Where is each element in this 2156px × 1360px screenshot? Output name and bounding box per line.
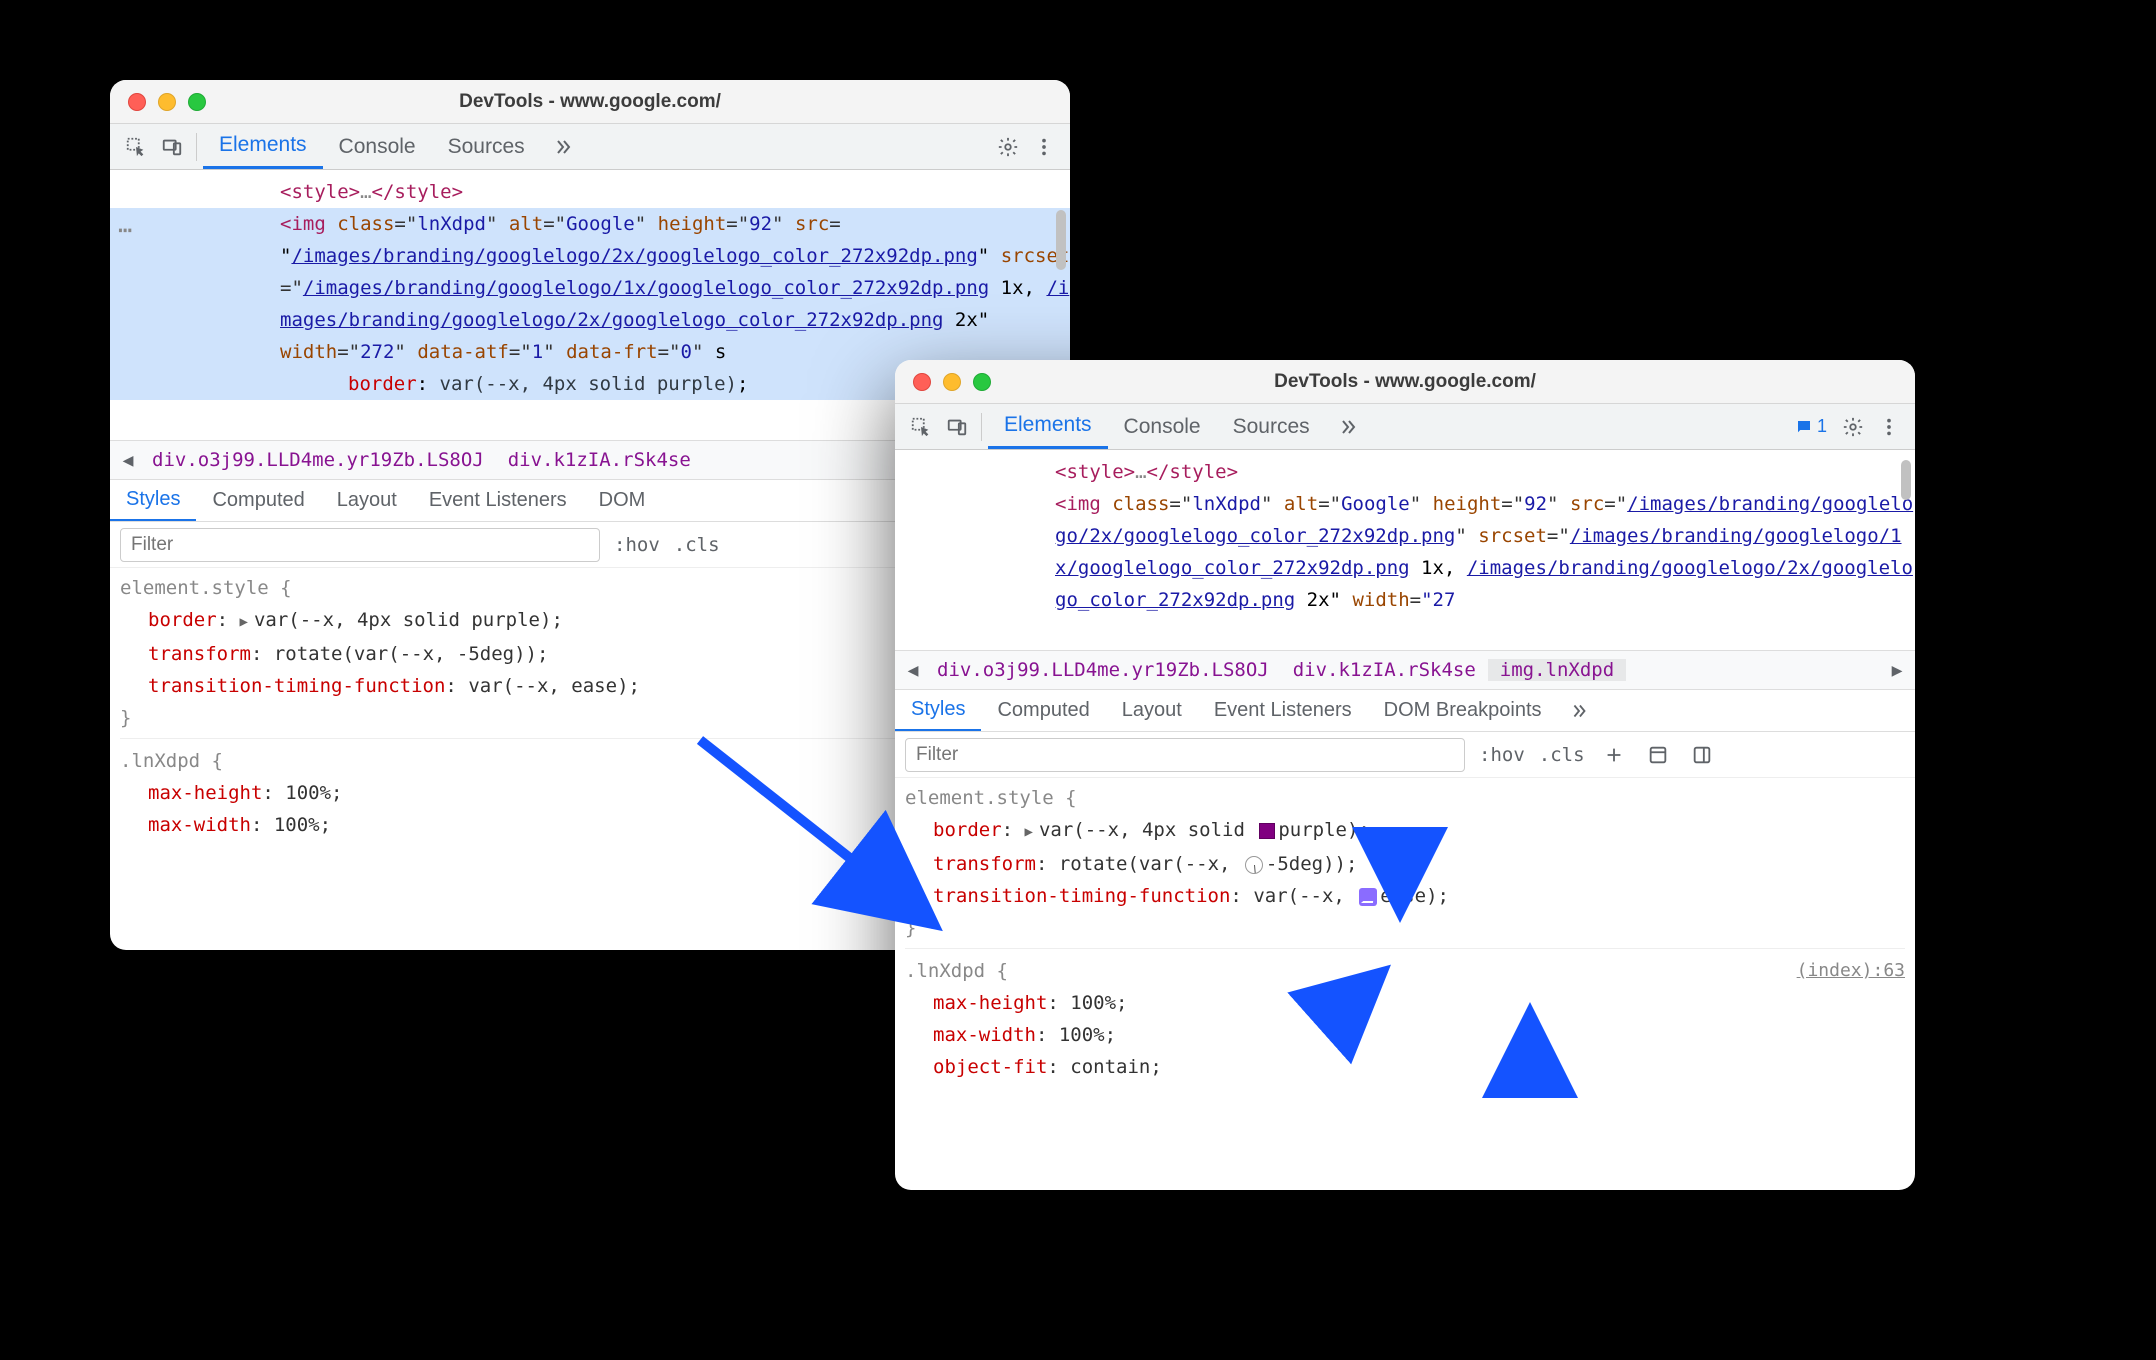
tab-sources[interactable]: Sources (432, 124, 541, 169)
styles-filter-bar: :hov .cls (895, 732, 1915, 778)
window-title: DevTools - www.google.com/ (895, 371, 1915, 393)
close-icon[interactable] (128, 93, 146, 111)
inspect-icon[interactable] (903, 409, 939, 445)
scrollbar[interactable] (1056, 210, 1066, 270)
issues-count: 1 (1817, 416, 1827, 437)
subtab-layout[interactable]: Layout (321, 480, 413, 521)
tab-elements[interactable]: Elements (988, 404, 1108, 449)
css-declaration[interactable]: max-height: 100%; (905, 987, 1905, 1019)
traffic-lights (128, 93, 206, 111)
cls-toggle[interactable]: .cls (1539, 744, 1585, 766)
hov-toggle[interactable]: :hov (614, 534, 660, 556)
settings-icon[interactable] (990, 129, 1026, 165)
css-declaration[interactable]: border: ▶var(--x, 4px solid purple); (905, 814, 1905, 848)
subtab-event-listeners[interactable]: Event Listeners (1198, 690, 1368, 731)
styles-filter-input[interactable] (905, 738, 1465, 772)
expand-shorthand-icon[interactable]: ▶ (1025, 816, 1033, 848)
panel-tabs: Elements Console Sources (203, 124, 585, 169)
more-subtabs-icon[interactable] (1558, 690, 1600, 731)
subtab-styles[interactable]: Styles (895, 690, 981, 731)
dom-tree[interactable]: <style>…</style> <img class="lnXdpd" alt… (895, 450, 1915, 650)
device-toggle-icon[interactable] (939, 409, 975, 445)
zoom-icon[interactable] (188, 93, 206, 111)
cls-toggle[interactable]: .cls (674, 534, 720, 556)
crumb-item[interactable]: div.k1zIA.rSk4se (1281, 659, 1488, 681)
computed-toggle-icon[interactable] (1643, 740, 1673, 770)
rule-brace-close: } (905, 912, 1905, 944)
titlebar: DevTools - www.google.com/ (895, 360, 1915, 404)
color-swatch-icon[interactable] (1259, 823, 1275, 839)
dom-node[interactable]: <style>…</style> (110, 176, 1070, 208)
crumb-item-selected[interactable]: img.lnXdpd (1488, 659, 1626, 681)
css-declaration[interactable]: transform: rotate(var(--x, -5deg)); (905, 848, 1905, 880)
subtab-event-listeners[interactable]: Event Listeners (413, 480, 583, 521)
minimize-icon[interactable] (943, 373, 961, 391)
inspect-icon[interactable] (118, 129, 154, 165)
separator (196, 133, 197, 161)
srcset-link-1[interactable]: /images/branding/googlelogo/1x/googlelog… (303, 277, 989, 299)
titlebar: DevTools - www.google.com/ (110, 80, 1070, 124)
dom-node-selected[interactable]: <img class="lnXdpd" alt="Google" height=… (110, 208, 1070, 368)
tab-elements[interactable]: Elements (203, 124, 323, 169)
crumb-item[interactable]: div.k1zIA.rSk4se (496, 449, 703, 471)
dom-node-selected[interactable]: <img class="lnXdpd" alt="Google" height=… (895, 488, 1915, 616)
dom-node[interactable]: <style>…</style> (895, 456, 1915, 488)
subtab-styles[interactable]: Styles (110, 480, 196, 521)
subtab-dom-breakpoints[interactable]: DOM Breakpoints (1368, 690, 1558, 731)
subtab-computed[interactable]: Computed (981, 690, 1105, 731)
styles-pane[interactable]: element.style { border: ▶var(--x, 4px so… (895, 778, 1915, 1097)
separator (981, 413, 982, 441)
crumb-scroll-right-icon[interactable]: ▶ (1885, 660, 1909, 681)
more-tabs-icon[interactable] (541, 124, 585, 169)
device-toggle-icon[interactable] (154, 129, 190, 165)
more-tabs-icon[interactable] (1326, 404, 1370, 449)
styles-filter-input[interactable] (120, 528, 600, 562)
traffic-lights (913, 373, 991, 391)
crumb-scroll-left-icon[interactable]: ◀ (901, 660, 925, 681)
css-declaration[interactable]: transition-timing-function: var(--x, eas… (905, 880, 1905, 912)
subtab-dom-breakpoints[interactable]: DOM (583, 480, 662, 521)
styles-subtabs: Styles Computed Layout Event Listeners D… (895, 690, 1915, 732)
window-title: DevTools - www.google.com/ (110, 91, 1070, 113)
rule-selector[interactable]: element.style { (905, 782, 1905, 814)
expand-shorthand-icon[interactable]: ▶ (240, 606, 248, 638)
toggle-sidebar-icon[interactable] (1687, 740, 1717, 770)
main-toolbar: Elements Console Sources (110, 124, 1070, 170)
crumb-item[interactable]: div.o3j99.LLD4me.yr19Zb.LS8OJ (925, 659, 1281, 681)
breadcrumb: ◀ div.o3j99.LLD4me.yr19Zb.LS8OJ div.k1zI… (895, 650, 1915, 690)
crumb-scroll-left-icon[interactable]: ◀ (116, 450, 140, 471)
minimize-icon[interactable] (158, 93, 176, 111)
kebab-icon[interactable] (1871, 409, 1907, 445)
subtab-layout[interactable]: Layout (1106, 690, 1198, 731)
rule-selector[interactable]: .lnXdpd { (905, 955, 1905, 987)
subtab-computed[interactable]: Computed (196, 480, 320, 521)
kebab-icon[interactable] (1026, 129, 1062, 165)
scrollbar[interactable] (1901, 460, 1911, 500)
zoom-icon[interactable] (973, 373, 991, 391)
tab-console[interactable]: Console (1108, 404, 1217, 449)
tab-console[interactable]: Console (323, 124, 432, 169)
settings-icon[interactable] (1835, 409, 1871, 445)
css-declaration[interactable]: max-width: 100%; (905, 1019, 1905, 1051)
bezier-swatch-icon[interactable] (1359, 888, 1377, 906)
angle-swatch-icon[interactable] (1245, 856, 1263, 874)
main-toolbar: Elements Console Sources 1 (895, 404, 1915, 450)
source-link[interactable]: (index):63 (1797, 955, 1905, 987)
hov-toggle[interactable]: :hov (1479, 744, 1525, 766)
close-icon[interactable] (913, 373, 931, 391)
issues-badge[interactable]: 1 (1787, 416, 1835, 437)
collapsed-siblings-icon[interactable]: ⋯ (118, 214, 134, 246)
tab-sources[interactable]: Sources (1217, 404, 1326, 449)
crumb-item[interactable]: div.o3j99.LLD4me.yr19Zb.LS8OJ (140, 449, 496, 471)
new-style-rule-icon[interactable] (1599, 740, 1629, 770)
devtools-window-after: DevTools - www.google.com/ Elements Cons… (895, 360, 1915, 1190)
src-link[interactable]: /images/branding/googlelogo/2x/googlelog… (291, 245, 977, 267)
css-declaration[interactable]: object-fit: contain; (905, 1051, 1905, 1083)
panel-tabs: Elements Console Sources (988, 404, 1370, 449)
